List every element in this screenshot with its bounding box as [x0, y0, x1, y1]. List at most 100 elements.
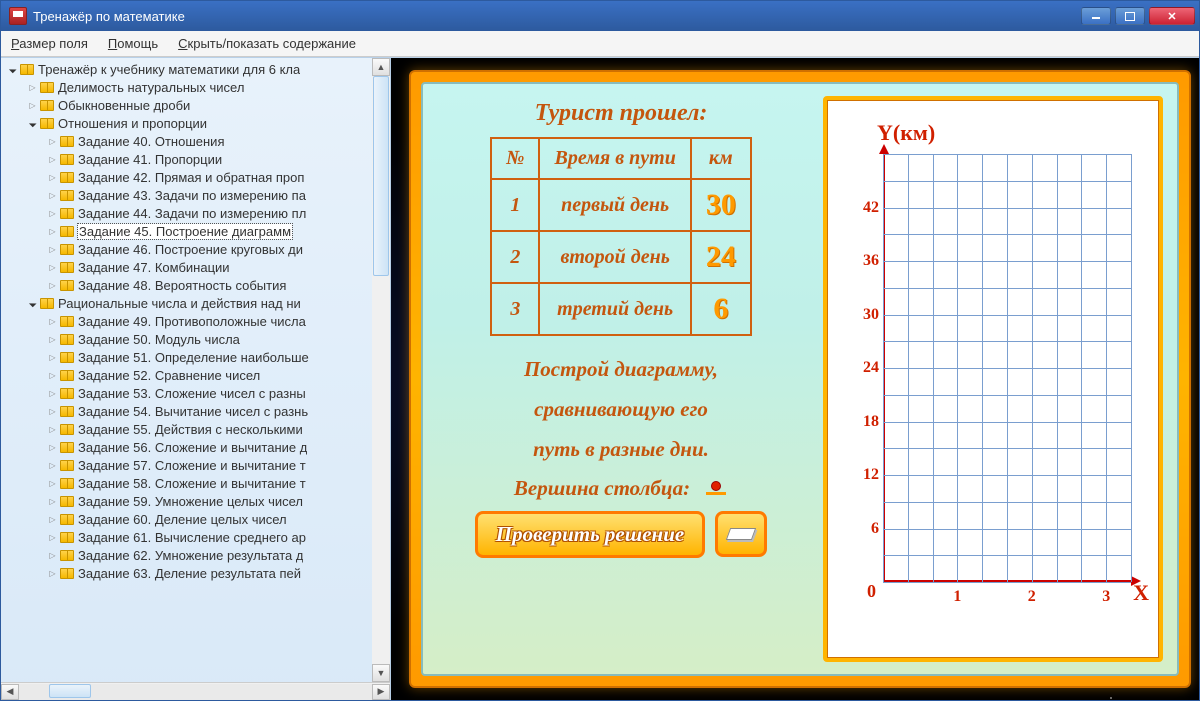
tree-expander-icon[interactable]: [47, 568, 58, 579]
titlebar[interactable]: Тренажёр по математике: [1, 1, 1199, 31]
book-icon: [60, 244, 74, 255]
tree-label: Задание 60. Деление целых чисел: [78, 512, 287, 527]
tree-item[interactable]: Задание 61. Вычисление среднего ар: [1, 528, 390, 546]
tree-expander-icon[interactable]: [47, 388, 58, 399]
tree-expander-icon[interactable]: [47, 478, 58, 489]
tree-item[interactable]: Задание 43. Задачи по измерению па: [1, 186, 390, 204]
chart-panel[interactable]: Y(км) X 0 6121824303642123: [823, 96, 1163, 662]
tree-expander-icon[interactable]: [47, 208, 58, 219]
tree-item[interactable]: Задание 62. Умножение результата д: [1, 546, 390, 564]
scroll-right-icon[interactable]: ▶: [372, 684, 390, 700]
chart[interactable]: Y(км) X 0 6121824303642123: [837, 124, 1143, 642]
tree-expander-icon[interactable]: [27, 82, 38, 93]
tree-item[interactable]: Задание 48. Вероятность события: [1, 276, 390, 294]
y-tick: 24: [863, 359, 879, 377]
tree-item[interactable]: Задание 57. Сложение и вычитание т: [1, 456, 390, 474]
tree-item[interactable]: Задание 51. Определение наибольше: [1, 348, 390, 366]
y-tick: 36: [863, 252, 879, 270]
tree-expander-icon[interactable]: [47, 514, 58, 525]
close-button[interactable]: [1149, 7, 1195, 25]
book-icon: [60, 316, 74, 327]
tree-expander-icon[interactable]: [47, 280, 58, 291]
maximize-button[interactable]: [1115, 7, 1145, 25]
tree-label: Делимость натуральных чисел: [58, 80, 244, 95]
tree-item[interactable]: Делимость натуральных чисел: [1, 78, 390, 96]
book-icon: [60, 388, 74, 399]
tree-expander-icon[interactable]: [47, 136, 58, 147]
menu-help[interactable]: Помощь: [108, 36, 158, 51]
tree-expander-icon[interactable]: [7, 64, 18, 75]
tree-expander-icon[interactable]: [47, 262, 58, 273]
tree-expander-icon[interactable]: [47, 442, 58, 453]
tree-item[interactable]: Рациональные числа и действия над ни: [1, 294, 390, 312]
tree-expander-icon[interactable]: [47, 532, 58, 543]
tree-item[interactable]: Задание 55. Действия с несколькими: [1, 420, 390, 438]
menubar: Размер поля Помощь Скрыть/показать содер…: [1, 31, 1199, 57]
data-table: № Время в пути км 1 первый день 30 2: [490, 137, 752, 336]
tree-view[interactable]: ▲ ▼ Тренажёр к учебнику математики для 6…: [1, 58, 390, 682]
tree-expander-icon[interactable]: [47, 316, 58, 327]
tree-label: Задание 48. Вероятность события: [78, 278, 286, 293]
tree-item[interactable]: Задание 47. Комбинации: [1, 258, 390, 276]
tree-item[interactable]: Задание 44. Задачи по измерению пл: [1, 204, 390, 222]
tree-expander-icon[interactable]: [47, 244, 58, 255]
minimize-button[interactable]: [1081, 7, 1111, 25]
tree-expander-icon[interactable]: [47, 406, 58, 417]
tree-expander-icon[interactable]: [47, 172, 58, 183]
scroll-left-icon[interactable]: ◀: [1, 684, 19, 700]
tree-item[interactable]: Обыкновенные дроби: [1, 96, 390, 114]
tree-expander-icon[interactable]: [47, 460, 58, 471]
book-icon: [60, 226, 74, 237]
tree-item[interactable]: Задание 56. Сложение и вычитание д: [1, 438, 390, 456]
tree-expander-icon[interactable]: [47, 154, 58, 165]
tree-expander-icon[interactable]: [47, 370, 58, 381]
tree-expander-icon[interactable]: [47, 424, 58, 435]
tree-item[interactable]: Задание 40. Отношения: [1, 132, 390, 150]
tree-expander-icon[interactable]: [47, 496, 58, 507]
book-icon: [60, 280, 74, 291]
scroll-down-icon[interactable]: ▼: [372, 664, 390, 682]
tree-expander-icon[interactable]: [47, 226, 58, 237]
tree-item[interactable]: Отношения и пропорции: [1, 114, 390, 132]
tree-item[interactable]: Задание 41. Пропорции: [1, 150, 390, 168]
tree-item[interactable]: Задание 53. Сложение чисел с разны: [1, 384, 390, 402]
menu-toggle[interactable]: Скрыть/показать содержание: [178, 36, 356, 51]
marker-label: Вершина столбца:: [514, 476, 690, 501]
tree-item[interactable]: Задание 54. Вычитание чисел с разнь: [1, 402, 390, 420]
tree-item[interactable]: Тренажёр к учебнику математики для 6 кла: [1, 60, 390, 78]
eraser-button[interactable]: [715, 511, 767, 557]
window-title: Тренажёр по математике: [33, 9, 1081, 24]
book-icon: [40, 100, 54, 111]
tree-item[interactable]: Задание 42. Прямая и обратная проп: [1, 168, 390, 186]
y-tick: 12: [863, 466, 879, 484]
content-area: Турист прошел: № Время в пути км 1 первы…: [391, 58, 1199, 700]
tree-item[interactable]: Задание 58. Сложение и вычитание т: [1, 474, 390, 492]
marker-icon[interactable]: [704, 481, 728, 495]
menu-size[interactable]: Размер поля: [11, 36, 88, 51]
tree-item[interactable]: Задание 46. Построение круговых ди: [1, 240, 390, 258]
tree-label: Задание 49. Противоположные числа: [78, 314, 306, 329]
check-button[interactable]: Проверить решение: [475, 511, 705, 558]
book-icon: [60, 334, 74, 345]
tree-item[interactable]: Задание 49. Противоположные числа: [1, 312, 390, 330]
tree-item[interactable]: Задание 59. Умножение целых чисел: [1, 492, 390, 510]
book-icon: [60, 208, 74, 219]
hscroll-thumb[interactable]: [49, 684, 91, 698]
tree-item[interactable]: Задание 52. Сравнение чисел: [1, 366, 390, 384]
tree-item[interactable]: Задание 45. Построение диаграмм: [1, 222, 390, 240]
tree-item[interactable]: Задание 50. Модуль числа: [1, 330, 390, 348]
tree-expander-icon[interactable]: [47, 550, 58, 561]
tree-expander-icon[interactable]: [27, 100, 38, 111]
tree-label: Обыкновенные дроби: [58, 98, 190, 113]
tree-expander-icon[interactable]: [27, 118, 38, 129]
tree-expander-icon[interactable]: [47, 190, 58, 201]
tree-item[interactable]: Задание 60. Деление целых чисел: [1, 510, 390, 528]
tree-item[interactable]: Задание 63. Деление результата пей: [1, 564, 390, 582]
tree-expander-icon[interactable]: [47, 352, 58, 363]
tree-expander-icon[interactable]: [47, 334, 58, 345]
tree-expander-icon[interactable]: [27, 298, 38, 309]
sidebar: ▲ ▼ Тренажёр к учебнику математики для 6…: [1, 58, 391, 700]
app-icon: [9, 7, 27, 25]
horizontal-scrollbar[interactable]: ◀ ▶: [1, 682, 390, 700]
chart-grid[interactable]: [883, 154, 1131, 582]
